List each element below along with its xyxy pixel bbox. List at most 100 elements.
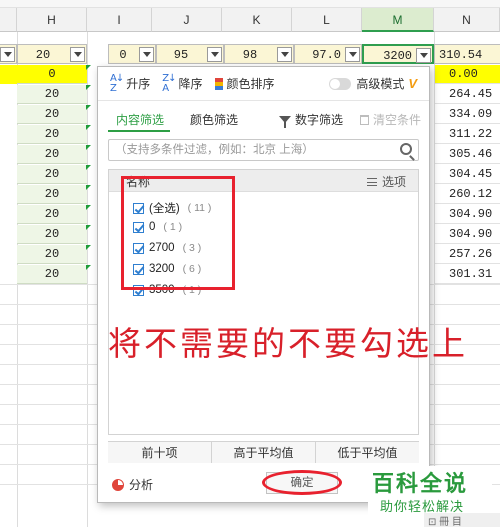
table-cell-h[interactable]: 20: [17, 85, 87, 104]
options-icon: [366, 177, 377, 186]
column-header-n[interactable]: N: [434, 8, 500, 32]
number-filter-label: 数字筛选: [294, 113, 343, 127]
column-header-j[interactable]: J: [152, 8, 222, 32]
chevron-down-icon[interactable]: [345, 47, 360, 62]
quick-filter-bar: 前十项 高于平均值 低于平均值: [108, 441, 419, 463]
color-sort-label: 颜色排序: [226, 77, 275, 91]
sort-ascending-label: 升序: [126, 77, 151, 91]
table-cell-n[interactable]: 260.12: [435, 185, 500, 204]
table-cell-n[interactable]: 304.45: [435, 165, 500, 184]
sort-ascending-icon: A↓ Z: [110, 72, 124, 94]
filter-cell-m[interactable]: 3200: [362, 44, 434, 64]
cell-marker: [86, 105, 91, 110]
chevron-down-icon[interactable]: [0, 47, 15, 62]
filter-cell-value: 95: [173, 48, 189, 62]
toggle-switch-icon[interactable]: [329, 77, 352, 90]
column-header-i[interactable]: I: [87, 8, 152, 32]
filter-cell-l[interactable]: 97.0: [294, 44, 362, 64]
above-average-button[interactable]: 高于平均值: [212, 442, 316, 463]
number-filter-button[interactable]: 数字筛选: [278, 111, 343, 128]
cell-marker: [86, 125, 91, 130]
list-options-label: 选项: [381, 175, 406, 189]
advanced-mode-toggle[interactable]: 高级模式 V: [329, 75, 417, 92]
analyze-label: 分析: [129, 478, 154, 492]
filter-cell-value: 3200: [383, 49, 412, 63]
table-cell-h[interactable]: 20: [17, 145, 87, 164]
watermark-title: 百科全说: [372, 472, 469, 497]
tab-content-filter[interactable]: 内容筛选: [116, 111, 164, 128]
table-cell-h[interactable]: 20: [17, 165, 87, 184]
filter-tabs: 内容筛选 颜色筛选 数字筛选 清空条件: [98, 103, 429, 133]
sort-toolbar: A↓ Z 升序 Z↓ A 降序 颜色排序 高级模式 V: [98, 67, 429, 101]
cell-marker: [86, 85, 91, 90]
table-cell-h[interactable]: 20: [17, 225, 87, 244]
table-cell-h[interactable]: 20: [17, 245, 87, 264]
filter-cell-value: 20: [35, 48, 51, 62]
chevron-down-icon[interactable]: [416, 48, 431, 63]
filter-cell-g[interactable]: [0, 44, 17, 64]
top-ten-button[interactable]: 前十项: [108, 442, 212, 463]
table-cell-n[interactable]: 311.22: [435, 125, 500, 144]
table-cell-n[interactable]: 305.46: [435, 145, 500, 164]
annotation-text: 将不需要的不要勾选上: [108, 324, 468, 363]
table-cell-h[interactable]: 0: [17, 65, 87, 84]
sort-descending-label: 降序: [178, 77, 203, 91]
cell-marker: [86, 65, 91, 70]
filter-search-input[interactable]: （支持多条件过滤，例如：北京 上海）: [108, 139, 419, 161]
table-cell-n[interactable]: 257.26: [435, 245, 500, 264]
column-header-k[interactable]: K: [222, 8, 292, 32]
search-icon[interactable]: [400, 143, 412, 155]
table-cell-n[interactable]: 0.00: [435, 65, 500, 84]
table-cell-n[interactable]: 304.90: [435, 205, 500, 224]
table-cell-n[interactable]: 334.09: [435, 105, 500, 124]
table-cell-n[interactable]: 264.45: [435, 85, 500, 104]
table-cell-n[interactable]: 301.31: [435, 265, 500, 284]
filter-cell-k[interactable]: 98: [224, 44, 294, 64]
search-placeholder: （支持多条件过滤，例如：北京 上海）: [115, 144, 314, 156]
table-cell-h[interactable]: 20: [17, 125, 87, 144]
active-tab-indicator: [108, 130, 170, 132]
list-options-button[interactable]: 选项: [366, 173, 406, 190]
advanced-mode-label: 高级模式: [356, 77, 405, 91]
column-header-h[interactable]: H: [17, 8, 87, 32]
highlight-ellipse: [262, 470, 342, 495]
pie-chart-icon: [112, 478, 124, 491]
vip-badge: V: [408, 76, 417, 91]
filter-cell-value: 310.54: [439, 48, 483, 62]
filter-cell-i[interactable]: 0: [108, 44, 156, 64]
tab-color-filter[interactable]: 颜色筛选: [190, 111, 238, 128]
cell-marker: [86, 265, 91, 270]
below-average-button[interactable]: 低于平均值: [316, 442, 419, 463]
sort-ascending-button[interactable]: A↓ Z 升序: [110, 72, 151, 94]
sort-descending-icon: Z↓ A: [162, 72, 176, 94]
chevron-down-icon[interactable]: [139, 47, 154, 62]
column-header-l[interactable]: L: [292, 8, 362, 32]
table-cell-h[interactable]: 20: [17, 105, 87, 124]
column-header-m[interactable]: M: [362, 8, 434, 32]
cell-marker: [86, 225, 91, 230]
column-header-blank[interactable]: [0, 8, 17, 32]
color-sort-icon: [214, 77, 223, 90]
filter-cell-j[interactable]: 95: [156, 44, 224, 64]
table-cell-h[interactable]: 20: [17, 205, 87, 224]
clear-filter-label: 清空条件: [372, 113, 421, 127]
toolbar-strip: [0, 0, 500, 8]
row-stub: [0, 65, 17, 84]
cell-marker: [86, 205, 91, 210]
status-bar: ⊡ 冊 目: [424, 513, 500, 527]
highlight-box: [121, 176, 235, 290]
chevron-down-icon[interactable]: [277, 47, 292, 62]
analyze-button[interactable]: 分析: [112, 476, 153, 493]
watermark-logo: 百科全说 助你轻松解决: [368, 466, 492, 520]
chevron-down-icon[interactable]: [207, 47, 222, 62]
color-sort-button[interactable]: 颜色排序: [214, 75, 275, 92]
sort-descending-button[interactable]: Z↓ A 降序: [162, 72, 203, 94]
table-cell-n[interactable]: 304.90: [435, 225, 500, 244]
filter-cell-h[interactable]: 20: [17, 44, 87, 64]
chevron-down-icon[interactable]: [70, 47, 85, 62]
funnel-icon: [278, 116, 291, 128]
filter-cell-n[interactable]: 310.54: [434, 44, 500, 64]
table-cell-h[interactable]: 20: [17, 265, 87, 284]
clear-filter-button[interactable]: 清空条件: [359, 111, 421, 128]
table-cell-h[interactable]: 20: [17, 185, 87, 204]
